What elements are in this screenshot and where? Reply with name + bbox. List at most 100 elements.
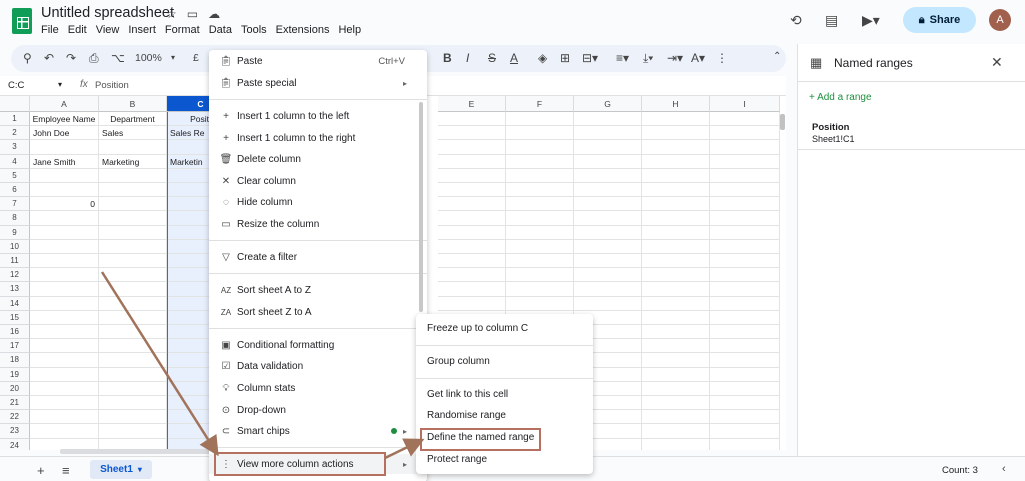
text-wrap-icon[interactable]: ⇥▾ — [667, 51, 683, 65]
close-icon[interactable]: ✕ — [991, 54, 1003, 71]
row-header-22[interactable]: 22 — [0, 410, 30, 425]
cell-b21[interactable] — [99, 396, 167, 411]
cell-i3[interactable] — [710, 140, 780, 155]
undo-icon[interactable]: ↶ — [44, 51, 54, 65]
menu-extensions[interactable]: Extensions — [276, 24, 335, 36]
cell-h6[interactable] — [642, 183, 710, 198]
cell-b12[interactable] — [99, 268, 167, 283]
cell-a1[interactable]: Employee Name — [30, 112, 99, 127]
cell-a22[interactable] — [30, 410, 99, 425]
star-icon[interactable]: ☆ — [166, 7, 177, 21]
menu-item-create-filter[interactable]: ▽ Create a filter — [209, 247, 427, 267]
cell-b23[interactable] — [99, 424, 167, 439]
cell-h20[interactable] — [642, 381, 710, 396]
cell-e12[interactable] — [438, 268, 506, 283]
cell-b14[interactable] — [99, 296, 167, 311]
text-color-icon[interactable]: A — [510, 51, 518, 65]
row-header-1[interactable]: 1 — [0, 112, 30, 127]
cell-g10[interactable] — [574, 239, 642, 254]
cell-e8[interactable] — [438, 211, 506, 226]
cell-h15[interactable] — [642, 310, 710, 325]
row-header-7[interactable]: 7 — [0, 197, 30, 212]
cell-h10[interactable] — [642, 239, 710, 254]
cell-b18[interactable] — [99, 353, 167, 368]
cell-i23[interactable] — [710, 424, 780, 439]
cell-h13[interactable] — [642, 282, 710, 297]
menu-format[interactable]: Format — [165, 24, 205, 36]
cell-h14[interactable] — [642, 296, 710, 311]
cell-b20[interactable] — [99, 381, 167, 396]
cell-f13[interactable] — [506, 282, 574, 297]
menu-item-sort-za[interactable]: ZA Sort sheet Z to A — [209, 302, 427, 322]
cell-i22[interactable] — [710, 410, 780, 425]
cell-i18[interactable] — [710, 353, 780, 368]
cell-i4[interactable] — [710, 154, 780, 169]
name-box-dropdown-icon[interactable]: ▾ — [58, 80, 62, 89]
cell-f4[interactable] — [506, 154, 574, 169]
cell-h9[interactable] — [642, 225, 710, 240]
row-header-19[interactable]: 19 — [0, 367, 30, 382]
strikethrough-icon[interactable]: S — [488, 51, 496, 65]
italic-icon[interactable]: I — [466, 51, 469, 65]
cell-e4[interactable] — [438, 154, 506, 169]
cell-b3[interactable] — [99, 140, 167, 155]
cell-b5[interactable] — [99, 168, 167, 183]
cell-i9[interactable] — [710, 225, 780, 240]
cell-i17[interactable] — [710, 339, 780, 354]
column-header-b[interactable]: B — [99, 96, 167, 112]
cell-i24[interactable] — [710, 438, 780, 450]
fill-color-icon[interactable]: ◈ — [538, 51, 547, 65]
paint-format-icon[interactable]: ⌥ — [111, 51, 125, 65]
cell-i2[interactable] — [710, 126, 780, 141]
document-title[interactable]: Untitled spreadsheet — [41, 5, 174, 21]
cell-h7[interactable] — [642, 197, 710, 212]
cell-a18[interactable] — [30, 353, 99, 368]
comments-icon[interactable]: ▤ — [825, 12, 838, 29]
cell-g3[interactable] — [574, 140, 642, 155]
cell-a17[interactable] — [30, 339, 99, 354]
column-header-a[interactable]: A — [30, 96, 99, 112]
cell-a8[interactable] — [30, 211, 99, 226]
menu-item-get-link[interactable]: Get link to this cell — [416, 385, 593, 405]
cell-i6[interactable] — [710, 183, 780, 198]
row-header-9[interactable]: 9 — [0, 225, 30, 240]
cell-i1[interactable] — [710, 112, 780, 127]
share-button[interactable]: 🔒︎ Share — [903, 7, 976, 33]
formula-input[interactable]: Position — [95, 80, 129, 91]
cell-g12[interactable] — [574, 268, 642, 283]
cell-f11[interactable] — [506, 254, 574, 269]
cell-a16[interactable] — [30, 325, 99, 340]
cell-a15[interactable] — [30, 310, 99, 325]
cell-a7[interactable]: 0 — [30, 197, 99, 212]
side-panel-toggle-icon[interactable]: ‹ — [1002, 463, 1006, 475]
cell-b16[interactable] — [99, 325, 167, 340]
cell-f9[interactable] — [506, 225, 574, 240]
cell-i11[interactable] — [710, 254, 780, 269]
row-header-2[interactable]: 2 — [0, 126, 30, 141]
cell-b7[interactable] — [99, 197, 167, 212]
menu-item-hide-column[interactable]: ◌ Hide column — [209, 192, 427, 212]
cell-g9[interactable] — [574, 225, 642, 240]
cell-h22[interactable] — [642, 410, 710, 425]
align-vertical-icon[interactable]: ⤓▾ — [643, 51, 653, 66]
menu-data[interactable]: Data — [209, 24, 237, 36]
row-header-8[interactable]: 8 — [0, 211, 30, 226]
cell-b8[interactable] — [99, 211, 167, 226]
cell-e3[interactable] — [438, 140, 506, 155]
cell-g1[interactable] — [574, 112, 642, 127]
menu-item-paste[interactable]: 📋︎ Paste Ctrl+V — [209, 51, 427, 71]
menu-item-resize-column[interactable]: ▭ Resize the column — [209, 214, 427, 234]
select-all-corner[interactable] — [0, 96, 30, 112]
cell-b6[interactable] — [99, 183, 167, 198]
menu-item-column-stats[interactable]: 💡︎ Column stats — [209, 378, 427, 398]
cell-h17[interactable] — [642, 339, 710, 354]
cell-b22[interactable] — [99, 410, 167, 425]
cell-a20[interactable] — [30, 381, 99, 396]
cell-e10[interactable] — [438, 239, 506, 254]
cell-f8[interactable] — [506, 211, 574, 226]
cell-g13[interactable] — [574, 282, 642, 297]
cell-g11[interactable] — [574, 254, 642, 269]
cell-b13[interactable] — [99, 282, 167, 297]
row-header-17[interactable]: 17 — [0, 339, 30, 354]
cell-h3[interactable] — [642, 140, 710, 155]
